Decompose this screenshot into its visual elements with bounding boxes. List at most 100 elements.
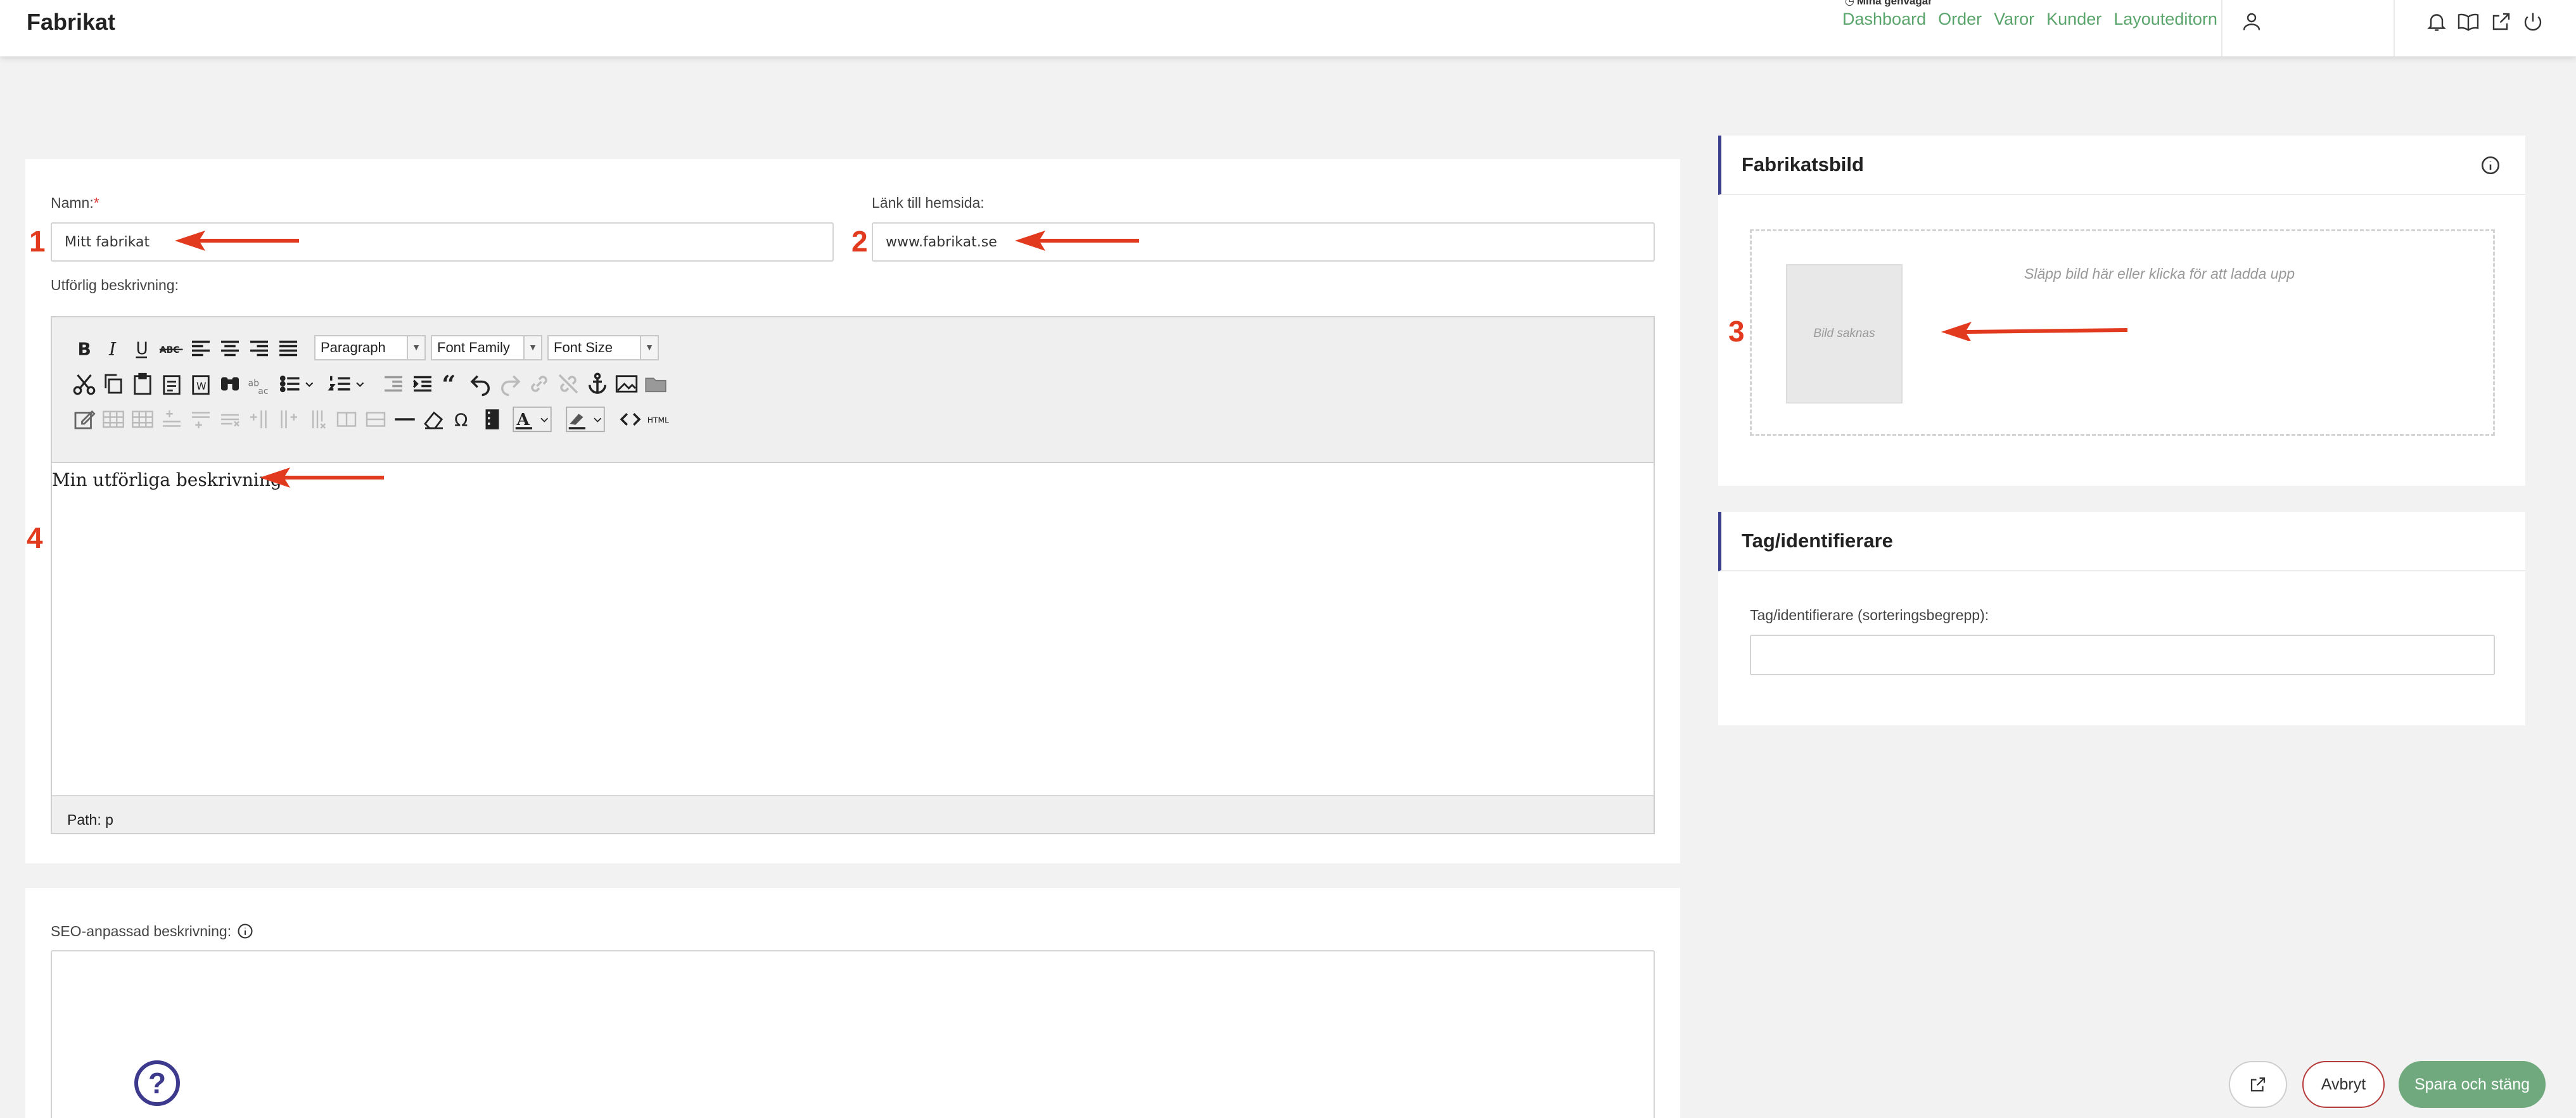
align-right-icon[interactable]: [246, 335, 272, 362]
indent-icon[interactable]: [409, 371, 436, 397]
bold-icon[interactable]: B: [71, 335, 98, 362]
media-icon[interactable]: [479, 406, 506, 433]
svg-text:I: I: [108, 339, 117, 360]
strikethrough-icon[interactable]: ABC: [158, 335, 185, 362]
table-props-icon[interactable]: [129, 406, 156, 433]
underline-icon[interactable]: U: [129, 335, 156, 362]
replace-icon[interactable]: ab ac: [246, 371, 272, 397]
find-icon[interactable]: [217, 371, 243, 397]
format-select[interactable]: Paragraph ▼: [314, 335, 426, 360]
open-external-button[interactable]: [2229, 1061, 2287, 1108]
editor-content-text: Min utförliga beskrivning: [52, 469, 282, 490]
svg-text:U: U: [136, 340, 148, 359]
external-link-icon[interactable]: [2490, 10, 2513, 33]
html-icon[interactable]: HTML: [646, 406, 673, 433]
svg-text:A: A: [516, 410, 530, 429]
merge-cells-icon[interactable]: [362, 406, 389, 433]
external-link-icon: [2250, 1077, 2266, 1092]
outdent-icon[interactable]: [380, 371, 407, 397]
book-icon[interactable]: [2457, 10, 2480, 33]
paste-text-icon[interactable]: [158, 371, 185, 397]
user-icon[interactable]: [2240, 10, 2263, 33]
tag-field-label: Tag/identifierare (sorteringsbegrepp):: [1750, 607, 1989, 623]
page-title: Fabrikat: [27, 9, 116, 35]
name-label: Namn:*: [51, 194, 99, 212]
power-icon[interactable]: [2522, 10, 2544, 33]
anchor-icon[interactable]: [584, 371, 611, 397]
undo-icon[interactable]: [468, 371, 494, 397]
svg-text:ac: ac: [258, 386, 268, 397]
code-icon[interactable]: [617, 406, 644, 433]
tag-input[interactable]: [1750, 635, 2495, 675]
row-before-icon[interactable]: [158, 406, 185, 433]
link-label: Länk till hemsida:: [872, 194, 985, 211]
italic-icon[interactable]: I: [100, 335, 127, 362]
unlink-icon[interactable]: [555, 371, 582, 397]
editor-content-area[interactable]: Min utförliga beskrivning: [52, 463, 1654, 795]
nav-link-dashboard[interactable]: Dashboard: [1842, 10, 1926, 29]
top-header: Fabrikat ◷ Mina genvägar Dashboard Order …: [0, 0, 2576, 56]
nav-link-varor[interactable]: Varor: [1994, 10, 2034, 29]
edit-icon[interactable]: [71, 406, 98, 433]
info-icon[interactable]: [2480, 155, 2501, 176]
text-color-icon[interactable]: A: [509, 406, 555, 433]
link-input[interactable]: [872, 222, 1655, 262]
annotation-arrow: [1015, 231, 1139, 251]
header-divider: [2394, 0, 2395, 56]
delete-row-icon[interactable]: [217, 406, 243, 433]
annotation-arrow: [1941, 322, 2127, 341]
image-icon[interactable]: [613, 371, 640, 397]
highlight-color-icon[interactable]: [563, 406, 608, 433]
align-left-icon[interactable]: [188, 335, 214, 362]
eraser-icon[interactable]: [421, 406, 447, 433]
delete-col-icon[interactable]: [304, 406, 331, 433]
cut-icon[interactable]: [71, 371, 98, 397]
info-icon[interactable]: [236, 922, 254, 940]
image-panel: Fabrikatsbild Bild saknas Släpp bild här…: [1718, 136, 2525, 486]
font-family-select[interactable]: Font Family ▼: [431, 335, 542, 360]
shortcuts-label: ◷ Mina genvägar: [1845, 0, 1932, 8]
name-input[interactable]: [51, 222, 834, 262]
seo-description-textarea[interactable]: [51, 950, 1655, 1118]
svg-text:ABC: ABC: [160, 345, 180, 355]
horizontal-rule-icon[interactable]: [392, 406, 418, 433]
align-justify-icon[interactable]: [275, 335, 302, 362]
paste-icon[interactable]: [129, 371, 156, 397]
split-cells-icon[interactable]: [333, 406, 360, 433]
align-center-icon[interactable]: [217, 335, 243, 362]
blockquote-icon[interactable]: “: [438, 371, 465, 399]
bell-icon[interactable]: [2425, 10, 2448, 33]
seo-label: SEO-anpassad beskrivning:: [51, 922, 254, 940]
row-after-icon[interactable]: [188, 406, 214, 433]
font-size-select[interactable]: Font Size ▼: [547, 335, 659, 360]
tag-panel-header: Tag/identifierare: [1718, 512, 2525, 571]
redo-icon[interactable]: [497, 371, 523, 397]
numbered-list-icon[interactable]: [326, 371, 370, 397]
nav-link-order[interactable]: Order: [1938, 10, 1982, 29]
seo-card: SEO-anpassad beskrivning:: [25, 888, 1680, 1118]
help-button[interactable]: ?: [134, 1060, 180, 1106]
editor-status-bar: Path: p: [52, 795, 1654, 833]
col-before-icon[interactable]: [246, 406, 272, 433]
col-after-icon[interactable]: [275, 406, 302, 433]
svg-text:B: B: [78, 339, 91, 360]
save-close-button[interactable]: Spara och stäng: [2399, 1061, 2546, 1108]
clock-icon: ◷: [1845, 0, 1854, 7]
nav-link-kunder[interactable]: Kunder: [2046, 10, 2101, 29]
svg-text:W: W: [196, 380, 207, 392]
annotation-number: 3: [1728, 315, 1745, 348]
link-icon[interactable]: [526, 371, 552, 397]
seo-label-text: SEO-anpassad beskrivning:: [51, 922, 232, 939]
bullet-list-icon[interactable]: [275, 371, 319, 397]
chevron-down-icon: ▼: [407, 336, 424, 359]
copy-icon[interactable]: [100, 371, 127, 397]
rich-text-editor: B I U ABC Paragraph ▼ Font Family ▼ Font S…: [51, 316, 1655, 834]
name-label-text: Namn:: [51, 194, 94, 211]
cancel-button[interactable]: Avbryt: [2302, 1061, 2385, 1108]
special-char-icon[interactable]: Ω: [450, 406, 476, 433]
nav-link-layouteditorn[interactable]: Layouteditorn: [2114, 10, 2217, 29]
chevron-down-icon: ▼: [640, 336, 658, 359]
folder-icon[interactable]: [642, 371, 669, 397]
table-icon[interactable]: [100, 406, 127, 433]
paste-word-icon[interactable]: W: [188, 371, 214, 397]
